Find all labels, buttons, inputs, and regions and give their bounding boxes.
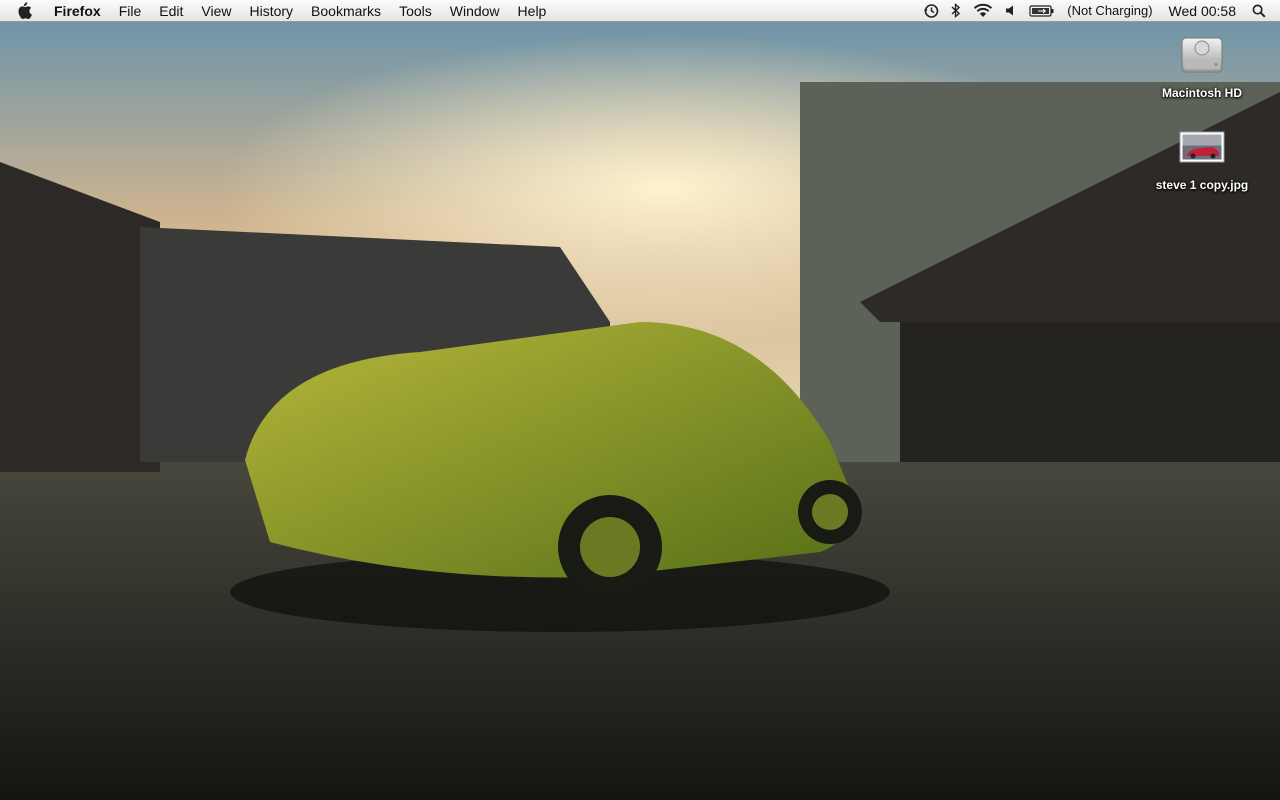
menu-window[interactable]: Window xyxy=(441,0,509,22)
desktop-wallpaper xyxy=(0,22,1280,800)
menu-bar: Firefox File Edit View History Bookmarks… xyxy=(0,0,1280,22)
menu-help[interactable]: Help xyxy=(509,0,556,22)
menu-edit[interactable]: Edit xyxy=(150,0,192,22)
hard-drive-icon xyxy=(1170,30,1234,80)
spotlight-search-icon[interactable] xyxy=(1246,0,1272,22)
battery-status-text[interactable]: (Not Charging) xyxy=(1061,0,1158,22)
menu-history[interactable]: History xyxy=(240,0,302,22)
wifi-icon[interactable] xyxy=(967,0,999,22)
desktop-icon-macintosh-hd[interactable]: Macintosh HD xyxy=(1142,30,1262,100)
desktop-icon-image-file[interactable]: steve 1 copy.jpg xyxy=(1142,122,1262,192)
menu-tools[interactable]: Tools xyxy=(390,0,441,22)
menu-file[interactable]: File xyxy=(110,0,151,22)
desktop-icon-label: Macintosh HD xyxy=(1161,86,1242,100)
time-machine-icon[interactable] xyxy=(917,0,945,22)
desktop: Firefox File Edit View History Bookmarks… xyxy=(0,0,1280,800)
menu-view[interactable]: View xyxy=(192,0,240,22)
menu-bookmarks[interactable]: Bookmarks xyxy=(302,0,390,22)
battery-icon[interactable] xyxy=(1023,0,1061,22)
desktop-icon-label: steve 1 copy.jpg xyxy=(1155,178,1249,192)
status-menus: (Not Charging) Wed 00:58 xyxy=(917,0,1280,22)
image-file-thumbnail-icon xyxy=(1170,122,1234,172)
menu-app-name[interactable]: Firefox xyxy=(44,0,110,22)
bluetooth-icon[interactable] xyxy=(945,0,967,22)
apple-logo-icon[interactable] xyxy=(4,0,44,22)
menu-clock[interactable]: Wed 00:58 xyxy=(1159,0,1246,22)
volume-icon[interactable] xyxy=(999,0,1023,22)
